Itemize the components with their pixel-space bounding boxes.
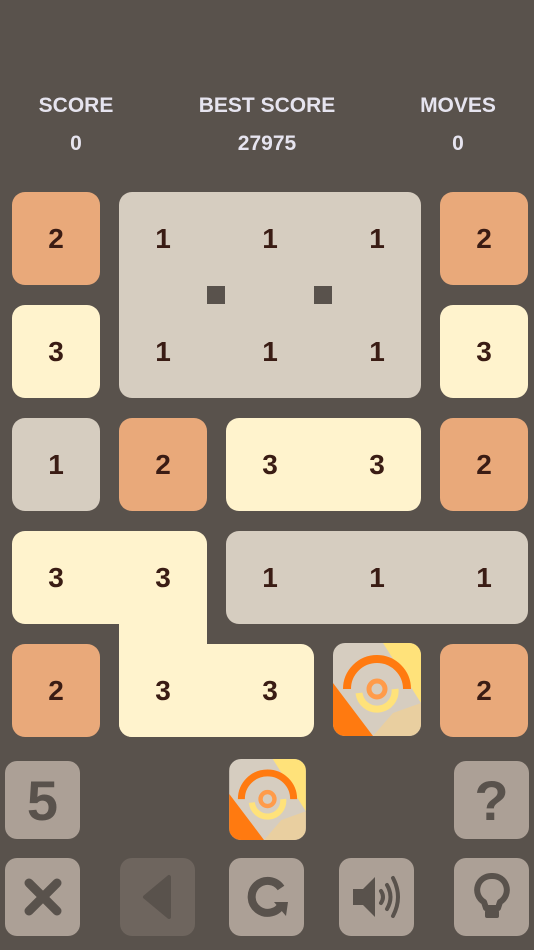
tile-value: 1 (369, 562, 385, 593)
lightbulb-icon (473, 873, 510, 918)
question-icon: ? (474, 768, 509, 832)
tile-value: 1 (369, 223, 385, 254)
tile-value: 1 (155, 336, 171, 367)
sound-button[interactable] (339, 858, 414, 936)
tile-value: 2 (476, 675, 492, 706)
speaker-icon (352, 876, 400, 918)
undo-button[interactable] (120, 858, 195, 936)
close-icon (24, 878, 61, 916)
tile-value: 1 (48, 449, 64, 480)
swirl-icon (333, 643, 421, 736)
tile-value: 2 (48, 675, 64, 706)
close-button[interactable] (5, 858, 80, 936)
tile-value: 1 (476, 562, 492, 593)
tile-value: 3 (48, 562, 64, 593)
tile-value: 3 (155, 675, 171, 706)
remaining-count: 5 (26, 768, 59, 832)
special-swirl-tile[interactable] (333, 643, 421, 736)
tile-value: 3 (48, 336, 64, 367)
tile-value: 3 (262, 449, 278, 480)
grid-marker (207, 286, 225, 304)
tile-value: 1 (369, 336, 385, 367)
tile-value: 1 (262, 562, 278, 593)
grid-marker (314, 286, 332, 304)
tile-value: 3 (476, 336, 492, 367)
tile-value: 1 (155, 223, 171, 254)
tile-value: 3 (155, 562, 171, 593)
back-triangle-icon (142, 875, 171, 919)
help-button[interactable]: ? (454, 761, 529, 839)
swirl-icon (229, 759, 306, 840)
game-board[interactable]: 2 1 1 1 2 3 1 1 1 3 1 2 3 3 2 3 3 1 1 1 2 3 3 2 (0, 0, 534, 760)
next-tile-preview (229, 759, 306, 840)
tile-value: 3 (262, 675, 278, 706)
tile-value: 2 (476, 223, 492, 254)
restart-icon (247, 876, 288, 917)
tile-value: 1 (262, 223, 278, 254)
tile-value: 3 (369, 449, 385, 480)
tile-value: 1 (262, 336, 278, 367)
restart-button[interactable] (229, 858, 304, 936)
tile-value: 2 (476, 449, 492, 480)
tile-value: 2 (48, 223, 64, 254)
tile-value: 2 (155, 449, 171, 480)
hint-button[interactable] (454, 858, 529, 936)
remaining-counter: 5 (5, 761, 80, 839)
